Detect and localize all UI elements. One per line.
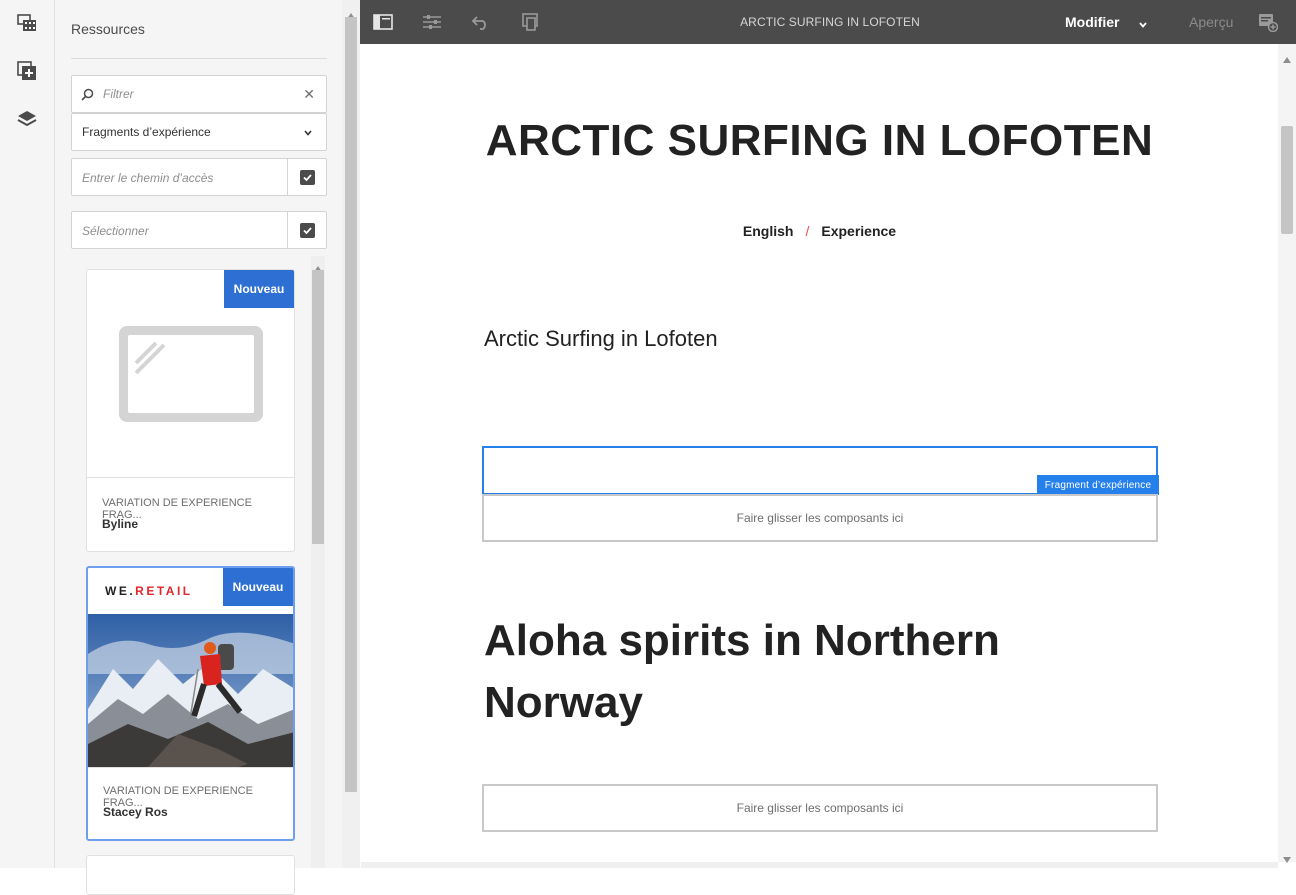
card-thumbnail-image <box>88 614 293 767</box>
tags-field: Sélectionner <box>71 211 327 249</box>
page-properties-icon[interactable] <box>421 11 443 33</box>
component-dropzone[interactable]: Faire glisser les composants ici <box>482 494 1158 542</box>
logo-we-text: WE. <box>105 584 136 598</box>
list-scrollbar[interactable] <box>311 256 325 868</box>
logo-retail-text: RETAIL <box>135 584 193 598</box>
asset-type-value: Fragments d’expérience <box>82 125 211 139</box>
path-browse-button[interactable] <box>287 158 327 196</box>
experience-fragment-label: Fragment d’expérience <box>1037 475 1159 495</box>
panel-scrollbar[interactable] <box>342 0 360 868</box>
new-badge: Nouveau <box>223 568 293 606</box>
side-rail <box>0 0 55 868</box>
breadcrumb-separator: / <box>805 223 810 239</box>
checkbox-icon <box>299 222 315 238</box>
asset-card[interactable]: WE.RETAIL Nouveau VARIATION DE EXPERIENC… <box>86 566 295 841</box>
breadcrumb: English / Experience <box>361 223 1278 239</box>
new-badge: Nouveau <box>224 270 294 308</box>
divider <box>88 767 293 768</box>
undo-icon[interactable] <box>470 11 492 33</box>
checkbox-icon <box>299 169 315 185</box>
panel-scrollbar-thumb[interactable] <box>345 17 357 792</box>
divider <box>87 477 294 478</box>
toggle-side-panel-icon[interactable] <box>372 11 394 33</box>
chevron-down-icon <box>302 126 314 144</box>
horizontal-scrollbar[interactable] <box>361 862 1278 868</box>
page-title: ARCTIC SURFING IN LOFOTEN <box>485 116 1154 165</box>
page-canvas: ARCTIC SURFING IN LOFOTEN English / Experi… <box>361 44 1278 862</box>
card-name: Stacey Ros <box>103 805 168 819</box>
filter-placeholder: Filtrer <box>103 87 134 101</box>
scroll-up-arrow-icon[interactable] <box>1283 50 1291 68</box>
toolbar-page-title: ARCTIC SURFING IN LOFOTEN <box>740 15 920 29</box>
close-icon[interactable]: ✕ <box>303 87 315 101</box>
list-scrollbar-thumb[interactable] <box>312 270 324 544</box>
tags-browse-button[interactable] <box>287 211 327 249</box>
path-input[interactable]: Entrer le chemin d’accès <box>71 158 288 196</box>
scroll-down-arrow-icon[interactable] <box>1283 850 1291 868</box>
emulator-device-icon[interactable] <box>519 11 541 33</box>
component-dropzone[interactable]: Faire glisser les composants ici <box>482 784 1158 832</box>
editor-toolbar: ARCTIC SURFING IN LOFOTEN Modifier Aperç… <box>360 0 1296 44</box>
panel-title: Ressources <box>71 21 145 37</box>
breadcrumb-item[interactable]: Experience <box>821 223 896 239</box>
path-field: Entrer le chemin d’accès <box>71 158 327 196</box>
divider <box>71 58 327 59</box>
asset-card[interactable] <box>86 855 295 895</box>
layers-icon[interactable] <box>12 104 42 134</box>
card-name: Byline <box>102 517 139 531</box>
preview-button[interactable]: Aperçu <box>1189 14 1233 30</box>
components-add-icon[interactable] <box>12 56 42 86</box>
annotations-icon[interactable] <box>1257 11 1279 33</box>
placeholder-image-icon <box>118 325 264 428</box>
page-scrollbar[interactable] <box>1278 44 1296 863</box>
tags-placeholder: Sélectionner <box>82 224 149 238</box>
page-scrollbar-thumb[interactable] <box>1281 126 1293 234</box>
filter-input[interactable]: Filtrer ✕ <box>71 75 327 113</box>
chevron-down-icon[interactable] <box>1138 17 1148 35</box>
mode-selector[interactable]: Modifier <box>1065 14 1119 30</box>
search-icon <box>81 88 94 106</box>
we-retail-logo: WE.RETAIL <box>105 584 193 598</box>
breadcrumb-item[interactable]: English <box>743 223 794 239</box>
page-subtitle: Arctic Surfing in Lofoten <box>484 326 718 351</box>
resources-panel: Ressources Filtrer ✕ Fragments d’expérie… <box>55 0 360 895</box>
asset-card[interactable]: Nouveau VARIATION DE EXPERIENCE FRAG... … <box>86 269 295 552</box>
path-placeholder: Entrer le chemin d’accès <box>82 171 214 185</box>
tags-input[interactable]: Sélectionner <box>71 211 288 249</box>
section-heading: Aloha spirits in Northern Norway <box>484 616 1000 727</box>
asset-type-select[interactable]: Fragments d’expérience <box>71 113 327 151</box>
assets-filmstrip-icon[interactable] <box>12 8 42 38</box>
